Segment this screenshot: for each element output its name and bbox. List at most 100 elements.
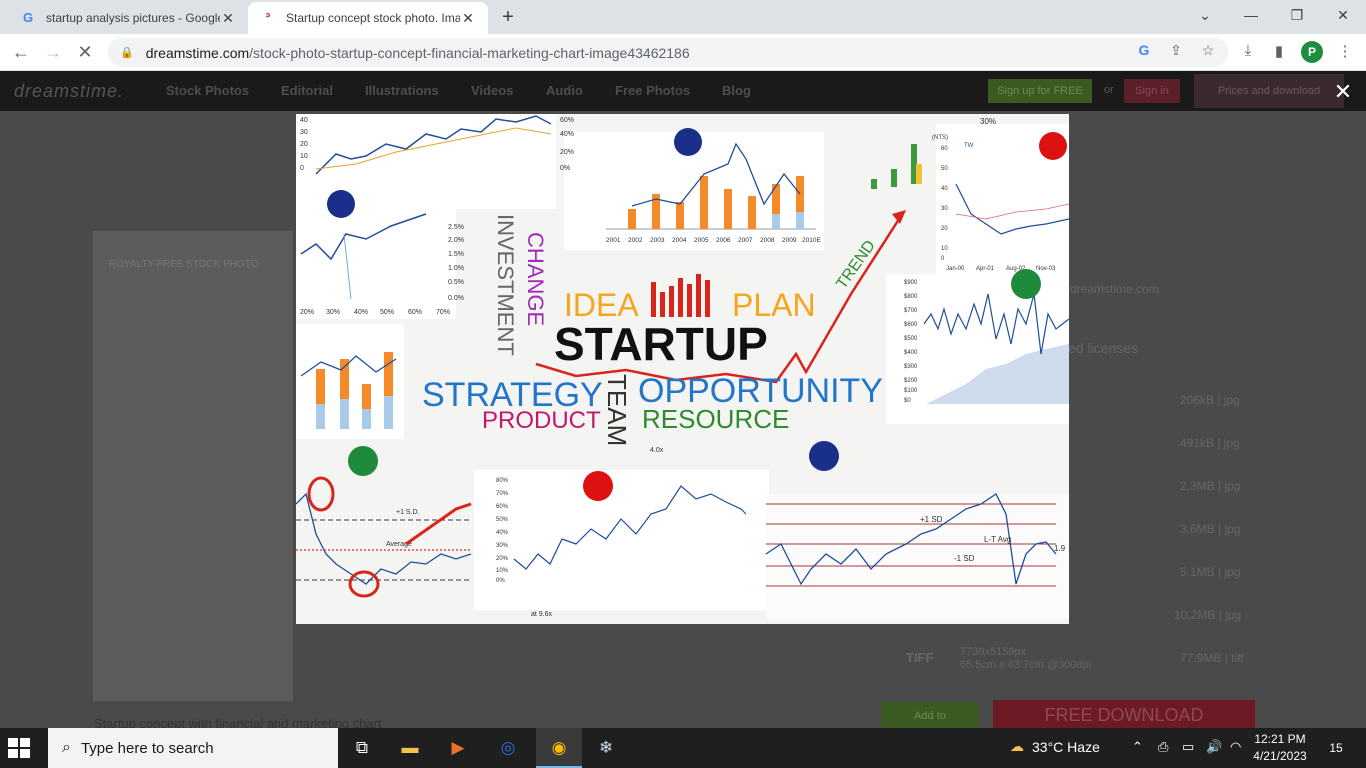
close-tab-icon[interactable]: ✕ <box>220 10 236 27</box>
blue-pin <box>674 128 702 156</box>
pricing-button[interactable]: Prices and download <box>1194 74 1344 108</box>
bookmark-star-icon[interactable]: ☆ <box>1198 42 1218 59</box>
size-row-3[interactable]: 2.3MB | jpg <box>1180 479 1240 493</box>
close-tab-icon[interactable]: ✕ <box>460 10 476 27</box>
tiff-size[interactable]: 77.9MB | tiff <box>1180 651 1244 665</box>
windows-start-icon[interactable] <box>8 738 30 758</box>
minimize-button[interactable]: — <box>1228 4 1274 26</box>
tab-search-icon[interactable]: ⌄ <box>1182 4 1228 26</box>
mult-top-label: 4.0x <box>650 447 664 454</box>
lightbox-image[interactable]: 40 30 20 10 0 60% 40% 20% 0% 2001 2002 2… <box>296 114 1069 624</box>
free-download-button[interactable]: FREE DOWNLOAD <box>993 700 1255 728</box>
tick: $500 <box>904 336 918 342</box>
nav-illustrations[interactable]: Illustrations <box>365 83 439 98</box>
tick: 40% <box>354 309 368 316</box>
blue-pin <box>809 441 839 471</box>
restore-button[interactable]: ❐ <box>1274 4 1320 26</box>
word-change: CHANGE <box>523 232 548 326</box>
nav-stock-photos[interactable]: Stock Photos <box>166 83 249 98</box>
tick: 50% <box>380 309 394 316</box>
nav-editorial[interactable]: Editorial <box>281 83 333 98</box>
nav-videos[interactable]: Videos <box>471 83 513 98</box>
startup-collage: 40 30 20 10 0 60% 40% 20% 0% 2001 2002 2… <box>296 114 1069 619</box>
year-label: 2003 <box>650 237 665 244</box>
add-to-cart-button[interactable]: Add to <box>881 702 979 728</box>
taskbar-search-input[interactable]: ⌕ Type here to search <box>48 728 338 768</box>
download-icon[interactable]: ⤓ <box>1237 42 1259 59</box>
snip-tool-icon[interactable]: ❄ <box>594 736 618 760</box>
tick: 2.0% <box>448 237 464 244</box>
tick: 40 <box>941 186 948 192</box>
chrome-icon[interactable]: ◉ <box>547 736 571 760</box>
close-window-button[interactable]: ✕ <box>1320 4 1366 26</box>
signup-button[interactable]: Sign up for FREE <box>988 79 1092 103</box>
pct-top-label: 30% <box>980 117 996 126</box>
site-nav: dreamstime. Stock Photos Editorial Illus… <box>0 71 1366 111</box>
battery-icon[interactable]: ▭ <box>1182 739 1194 755</box>
tab-dreamstime[interactable]: ᐣ Startup concept stock photo. Ima ✕ <box>248 2 488 34</box>
task-view-icon[interactable]: ⧉ <box>350 736 374 760</box>
image-caption: Startup concept with financial and marke… <box>94 716 382 728</box>
file-explorer-icon[interactable]: ▬ <box>398 736 422 760</box>
site-logo[interactable]: dreamstime. <box>14 81 124 102</box>
nav-audio[interactable]: Audio <box>546 83 583 98</box>
menu-kebab-icon[interactable]: ⋮ <box>1334 42 1356 60</box>
tick: $900 <box>904 280 918 286</box>
google-lens-icon[interactable]: G <box>1134 42 1154 58</box>
blue-pin <box>327 190 355 218</box>
weather-widget[interactable]: ☁ 33°C Haze <box>1010 738 1100 755</box>
minus-sd-label: -1 SD <box>954 554 975 563</box>
licenses-heading: ed licenses <box>1068 340 1139 356</box>
tiff-label: TIFF <box>906 650 934 665</box>
tick: 20 <box>941 226 948 232</box>
size-row-4[interactable]: 3.6MB | jpg <box>1180 522 1240 536</box>
system-clock[interactable]: 12:21 PM 4/21/2023 <box>1250 731 1310 765</box>
share-icon[interactable]: ⇪ <box>1166 42 1186 59</box>
side-domain-text: dreamstime.com <box>1070 282 1159 296</box>
tick: Apr-01 <box>976 266 995 272</box>
size-row-6[interactable]: 10.2MB | jpg <box>1174 608 1241 622</box>
close-lightbox-icon[interactable]: ✕ <box>1330 79 1356 105</box>
tiff-cm: 65.5cm x 43.7cm @300dpi <box>960 659 1092 671</box>
tick: 10% <box>496 568 509 574</box>
meet-now-icon[interactable]: ⎙ <box>1158 739 1168 755</box>
forward-button[interactable]: → <box>42 42 64 63</box>
tick: $300 <box>904 364 918 370</box>
haze-icon: ☁ <box>1010 738 1024 754</box>
new-tab-button[interactable]: + <box>496 6 520 29</box>
volume-icon[interactable]: 🔊 <box>1206 739 1222 755</box>
stop-loading-button[interactable]: ✕ <box>74 42 96 63</box>
app-icon[interactable]: ◎ <box>496 736 520 760</box>
tick: 1.5% <box>448 251 464 258</box>
year-label: 2005 <box>694 237 709 244</box>
profile-avatar[interactable]: P <box>1301 41 1323 63</box>
windows-taskbar: ⌕ Type here to search ⧉ ▬ ▶ ◎ ◉ ❄ ☁ 33°C… <box>0 728 1366 768</box>
browser-toolbar: ← → ✕ 🔒 dreamstime.com/stock-photo-start… <box>0 34 1366 71</box>
right-value-label: 1.9 <box>1054 544 1066 553</box>
size-row-2[interactable]: 491kB | jpg <box>1180 436 1240 450</box>
tick: 20% <box>300 309 314 316</box>
tab-google-search[interactable]: G startup analysis pictures - Google ✕ <box>8 2 248 34</box>
address-bar[interactable]: 🔒 dreamstime.com/stock-photo-startup-con… <box>108 38 1228 67</box>
back-button[interactable]: ← <box>10 42 32 63</box>
nav-free-photos[interactable]: Free Photos <box>615 83 690 98</box>
word-resource: RESOURCE <box>642 404 789 434</box>
size-row-5[interactable]: 5.1MB | jpg <box>1180 565 1240 579</box>
wifi-icon[interactable]: ◠ <box>1230 739 1241 755</box>
notification-center-icon[interactable]: 15 <box>1322 737 1350 759</box>
word-product: PRODUCT <box>482 407 601 434</box>
search-icon: ⌕ <box>62 739 71 756</box>
media-player-icon[interactable]: ▶ <box>446 736 470 760</box>
chevron-up-icon[interactable]: ⌃ <box>1132 739 1143 755</box>
nav-blog[interactable]: Blog <box>722 83 751 98</box>
side-panel-icon[interactable]: ▮ <box>1268 42 1290 60</box>
size-row-1[interactable]: 206kB | jpg <box>1180 393 1240 407</box>
google-icon: G <box>22 10 34 25</box>
nts-label: (NTS) <box>932 135 948 141</box>
tick: 0% <box>496 578 505 584</box>
tick: 50 <box>941 166 948 172</box>
year-label: 2001 <box>606 237 621 244</box>
signin-button[interactable]: Sign in <box>1124 79 1180 103</box>
tick: 80% <box>496 478 509 484</box>
lock-icon[interactable]: 🔒 <box>120 46 134 59</box>
